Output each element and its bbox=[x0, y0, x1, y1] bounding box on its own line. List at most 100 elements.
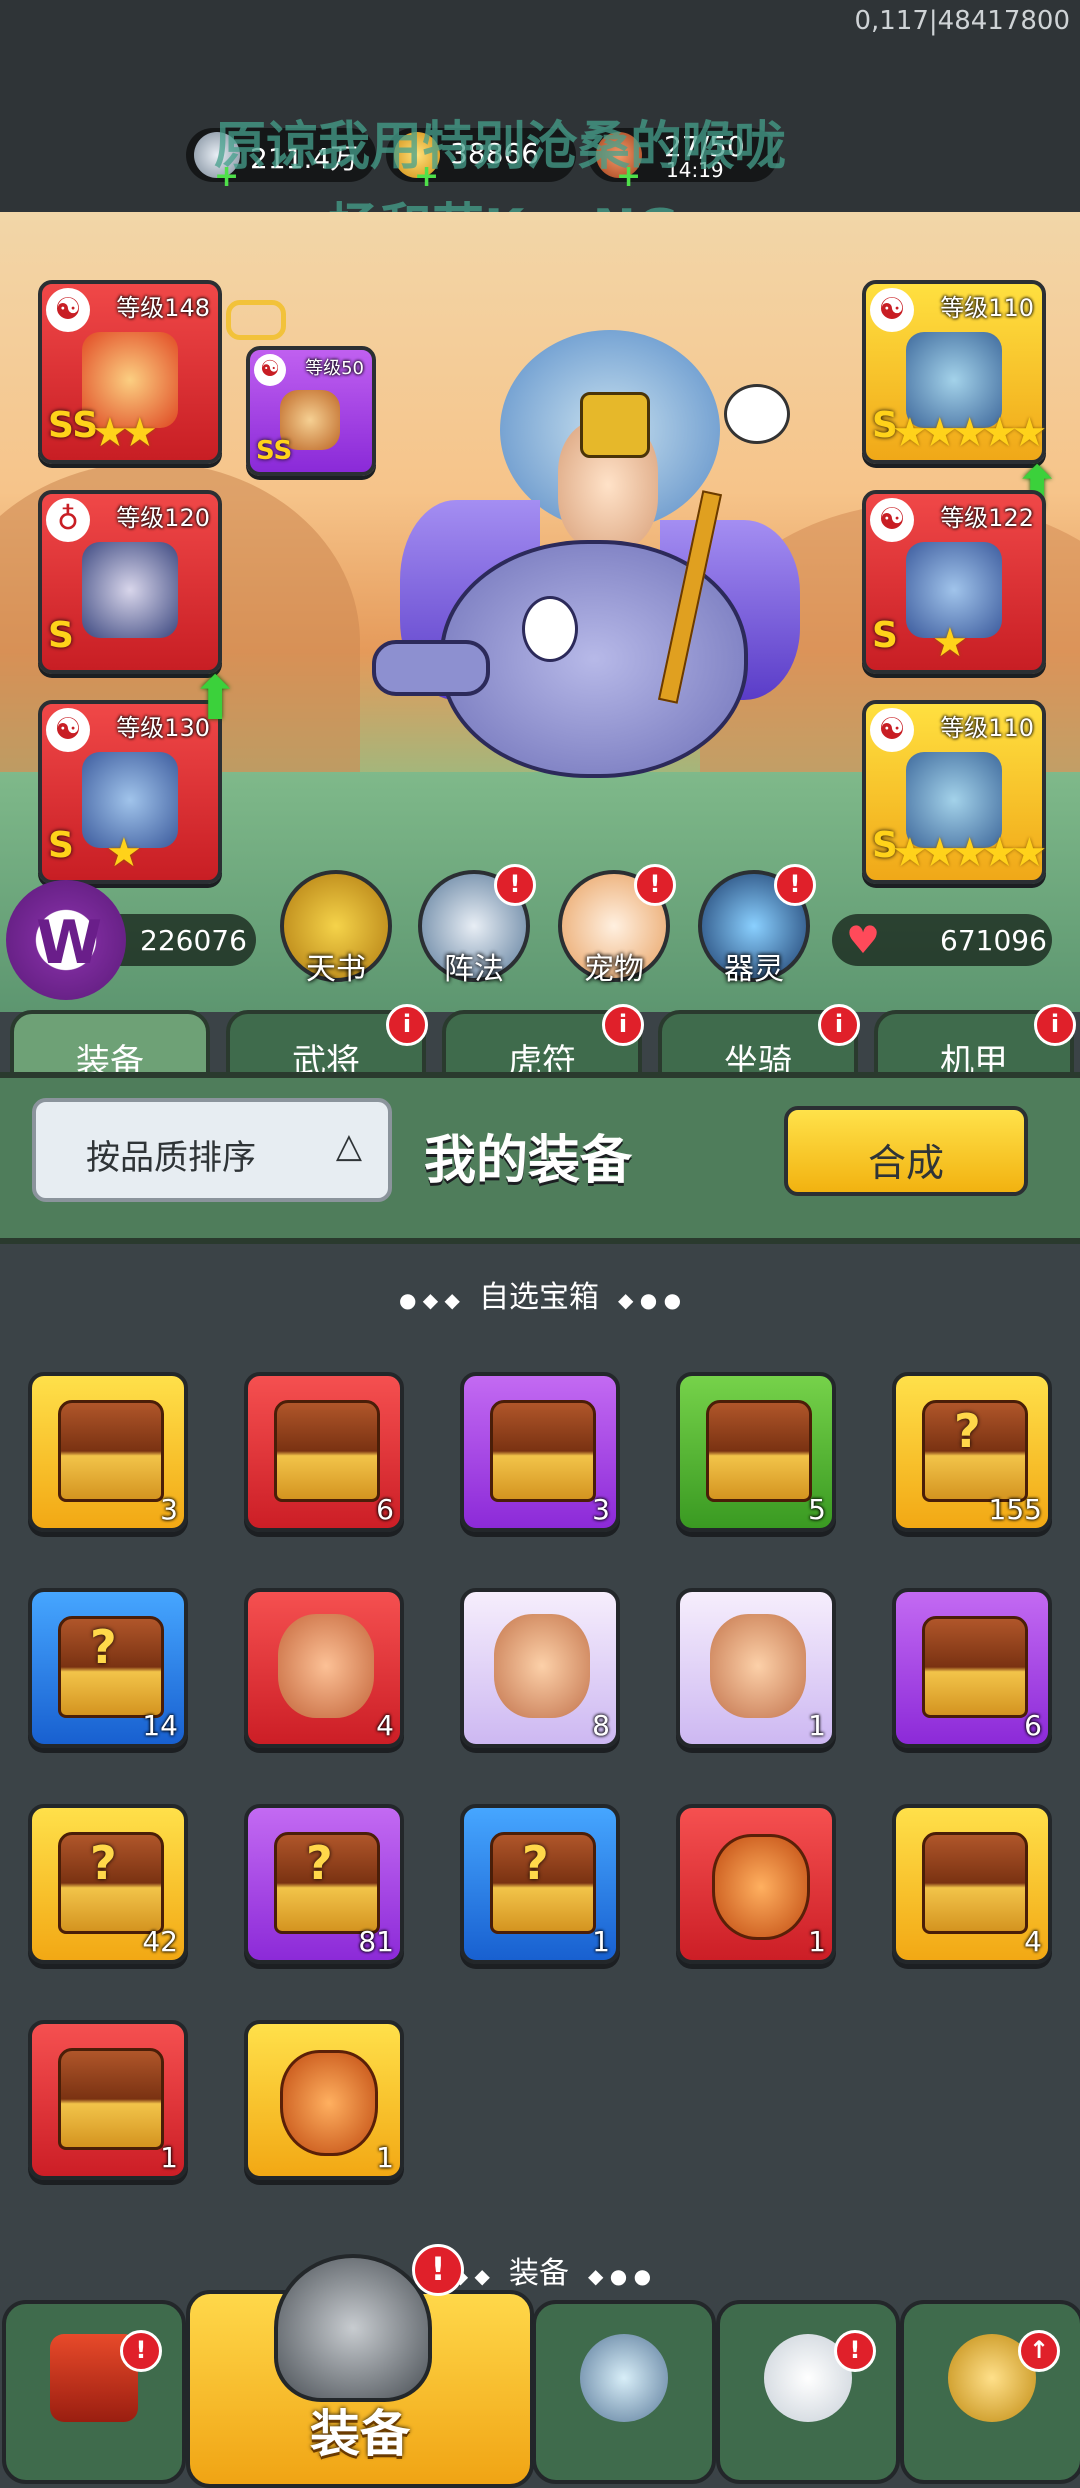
info-badge-icon: i bbox=[1034, 1004, 1076, 1046]
item-count: 1 bbox=[592, 1925, 610, 1958]
info-badge-icon: i bbox=[386, 1004, 428, 1046]
equip-level: 等级148 bbox=[116, 294, 210, 322]
chain-link-icon bbox=[226, 300, 286, 340]
alert-badge-icon: ! bbox=[120, 2330, 162, 2372]
inventory-item[interactable]: ? 155 bbox=[892, 1372, 1052, 1532]
inventory-item[interactable]: 8 bbox=[460, 1588, 620, 1748]
inventory-item[interactable]: 5 bbox=[676, 1372, 836, 1532]
sort-by-quality-dropdown[interactable]: 按品质排序 △ bbox=[32, 1098, 392, 1202]
spirit-label: 器灵 bbox=[724, 952, 784, 987]
equip-stars: ★★★★★ bbox=[892, 410, 1047, 456]
item-count: 4 bbox=[376, 1709, 394, 1742]
inventory-item[interactable]: ? 14 bbox=[28, 1588, 188, 1748]
yinyang-icon: ☯ bbox=[46, 708, 90, 752]
alert-badge-icon: ! bbox=[774, 864, 816, 906]
question-mark-icon: ? bbox=[90, 1620, 117, 1674]
armor-icon bbox=[82, 542, 178, 638]
inventory-item[interactable]: 6 bbox=[244, 1372, 404, 1532]
equip-grade: S bbox=[48, 615, 74, 656]
tianshu-button[interactable]: 天书 bbox=[280, 870, 392, 987]
equip-slot-left-1[interactable]: ☯ 等级148 SS ★★ bbox=[38, 280, 222, 464]
medal-icon: ♁ bbox=[46, 498, 90, 542]
triangle-up-icon: △ bbox=[335, 1126, 362, 1166]
formation-button[interactable]: 阵法 ! bbox=[418, 864, 536, 987]
inventory-item[interactable]: 3 bbox=[460, 1372, 620, 1532]
treasure-chest-icon bbox=[706, 1400, 812, 1502]
nav-equipment-label: 装备 bbox=[310, 2405, 410, 2463]
upgrade-arrow-icon: ⬆ bbox=[190, 664, 241, 734]
treasure-chest-icon bbox=[58, 1400, 164, 1502]
pet-button[interactable]: 宠物 ! bbox=[558, 864, 676, 987]
elephant-eye bbox=[522, 596, 578, 662]
alert-badge-icon: ! bbox=[634, 864, 676, 906]
equip-slot-right-2[interactable]: ☯ 等级122 S ★ bbox=[862, 490, 1046, 674]
question-mark-icon: ? bbox=[306, 1836, 333, 1890]
equip-grade: S bbox=[48, 825, 74, 866]
inventory-item[interactable]: 4 bbox=[244, 1588, 404, 1748]
heart-icon: ♥ bbox=[846, 918, 881, 962]
equip-level: 等级110 bbox=[940, 714, 1034, 742]
inventory-item[interactable]: 4 bbox=[892, 1804, 1052, 1964]
equip-level: 等级110 bbox=[940, 294, 1034, 322]
combine-button[interactable]: 合成 bbox=[784, 1106, 1028, 1196]
inventory-item[interactable]: 1 bbox=[676, 1588, 836, 1748]
hero-helmet-icon bbox=[580, 392, 650, 458]
item-count: 6 bbox=[1024, 1709, 1042, 1742]
nav-equipment-button[interactable]: ! 装备 bbox=[186, 2244, 534, 2488]
elephant-trunk bbox=[372, 640, 490, 696]
page-title: 我的装备 bbox=[424, 1131, 633, 1191]
question-mark-icon: ? bbox=[90, 1836, 117, 1890]
inventory-item[interactable]: ? 42 bbox=[28, 1804, 188, 1964]
equip-grade: SS bbox=[256, 436, 293, 466]
item-count: 1 bbox=[376, 2141, 394, 2174]
item-count: 1 bbox=[808, 1925, 826, 1958]
nav-upgrade-button[interactable]: ↑ bbox=[900, 2300, 1080, 2484]
item-count: 8 bbox=[592, 1709, 610, 1742]
hero-shard-icon bbox=[494, 1614, 590, 1718]
question-mark-icon: ? bbox=[522, 1836, 549, 1890]
equip-slot-right-1[interactable]: ☯ 等级110 S ★★★★★ bbox=[862, 280, 1047, 464]
inventory-item[interactable]: ? 1 bbox=[460, 1804, 620, 1964]
equip-stars: ★★ bbox=[92, 410, 158, 456]
inventory-item[interactable]: 1 bbox=[244, 2020, 404, 2180]
equip-slot-right-3[interactable]: ☯ 等级110 S ★★★★★ bbox=[862, 700, 1047, 884]
treasure-chest-icon bbox=[490, 1400, 596, 1502]
item-count: 3 bbox=[592, 1493, 610, 1526]
equip-slot-left-2[interactable]: ♁ 等级120 S bbox=[38, 490, 222, 674]
hero-shard-icon bbox=[710, 1614, 806, 1718]
treasure-chest-icon bbox=[922, 1832, 1028, 1934]
item-count: 42 bbox=[142, 1925, 178, 1958]
inventory-item[interactable]: 1 bbox=[676, 1804, 836, 1964]
item-count: 14 bbox=[142, 1709, 178, 1742]
power-left-value: 226076 bbox=[140, 924, 247, 957]
equip-slot-left-small[interactable]: ☯ 等级50 SS bbox=[246, 346, 376, 476]
inventory-item[interactable]: 1 bbox=[28, 2020, 188, 2180]
nav-battle-button[interactable] bbox=[532, 2300, 716, 2484]
item-count: 81 bbox=[358, 1925, 394, 1958]
yinyang-icon: ☯ bbox=[46, 288, 90, 332]
equip-grade: S bbox=[872, 615, 898, 656]
yinyang-icon: ☯ bbox=[870, 288, 914, 332]
inventory-item[interactable]: 3 bbox=[28, 1372, 188, 1532]
treasure-chest-icon bbox=[922, 1616, 1028, 1718]
alert-badge-icon: ! bbox=[494, 864, 536, 906]
spirit-button[interactable]: 器灵 ! bbox=[698, 864, 816, 987]
loot-bag-icon bbox=[712, 1834, 810, 1940]
formation-label: 阵法 bbox=[444, 952, 504, 987]
overlay-lyric-line1: 原谅我用特别沧桑的喉咙 bbox=[214, 117, 787, 177]
item-count: 3 bbox=[160, 1493, 178, 1526]
item-count: 1 bbox=[160, 2141, 178, 2174]
treasure-chest-icon bbox=[274, 1400, 380, 1502]
tianshu-label: 天书 bbox=[306, 952, 366, 987]
nav-city-button[interactable]: ! bbox=[2, 2300, 186, 2484]
nav-heroes-button[interactable]: ! bbox=[716, 2300, 900, 2484]
alert-badge-icon: ! bbox=[412, 2244, 464, 2296]
question-mark-icon: ? bbox=[954, 1404, 981, 1458]
yinyang-icon: ☯ bbox=[870, 498, 914, 542]
inventory-item[interactable]: 6 bbox=[892, 1588, 1052, 1748]
power-right-value: 671096 bbox=[940, 924, 1047, 957]
item-count: 6 bbox=[376, 1493, 394, 1526]
inventory-item[interactable]: ? 81 bbox=[244, 1804, 404, 1964]
treasure-chest-icon bbox=[58, 2048, 164, 2150]
equip-stars: ★ bbox=[106, 830, 142, 876]
